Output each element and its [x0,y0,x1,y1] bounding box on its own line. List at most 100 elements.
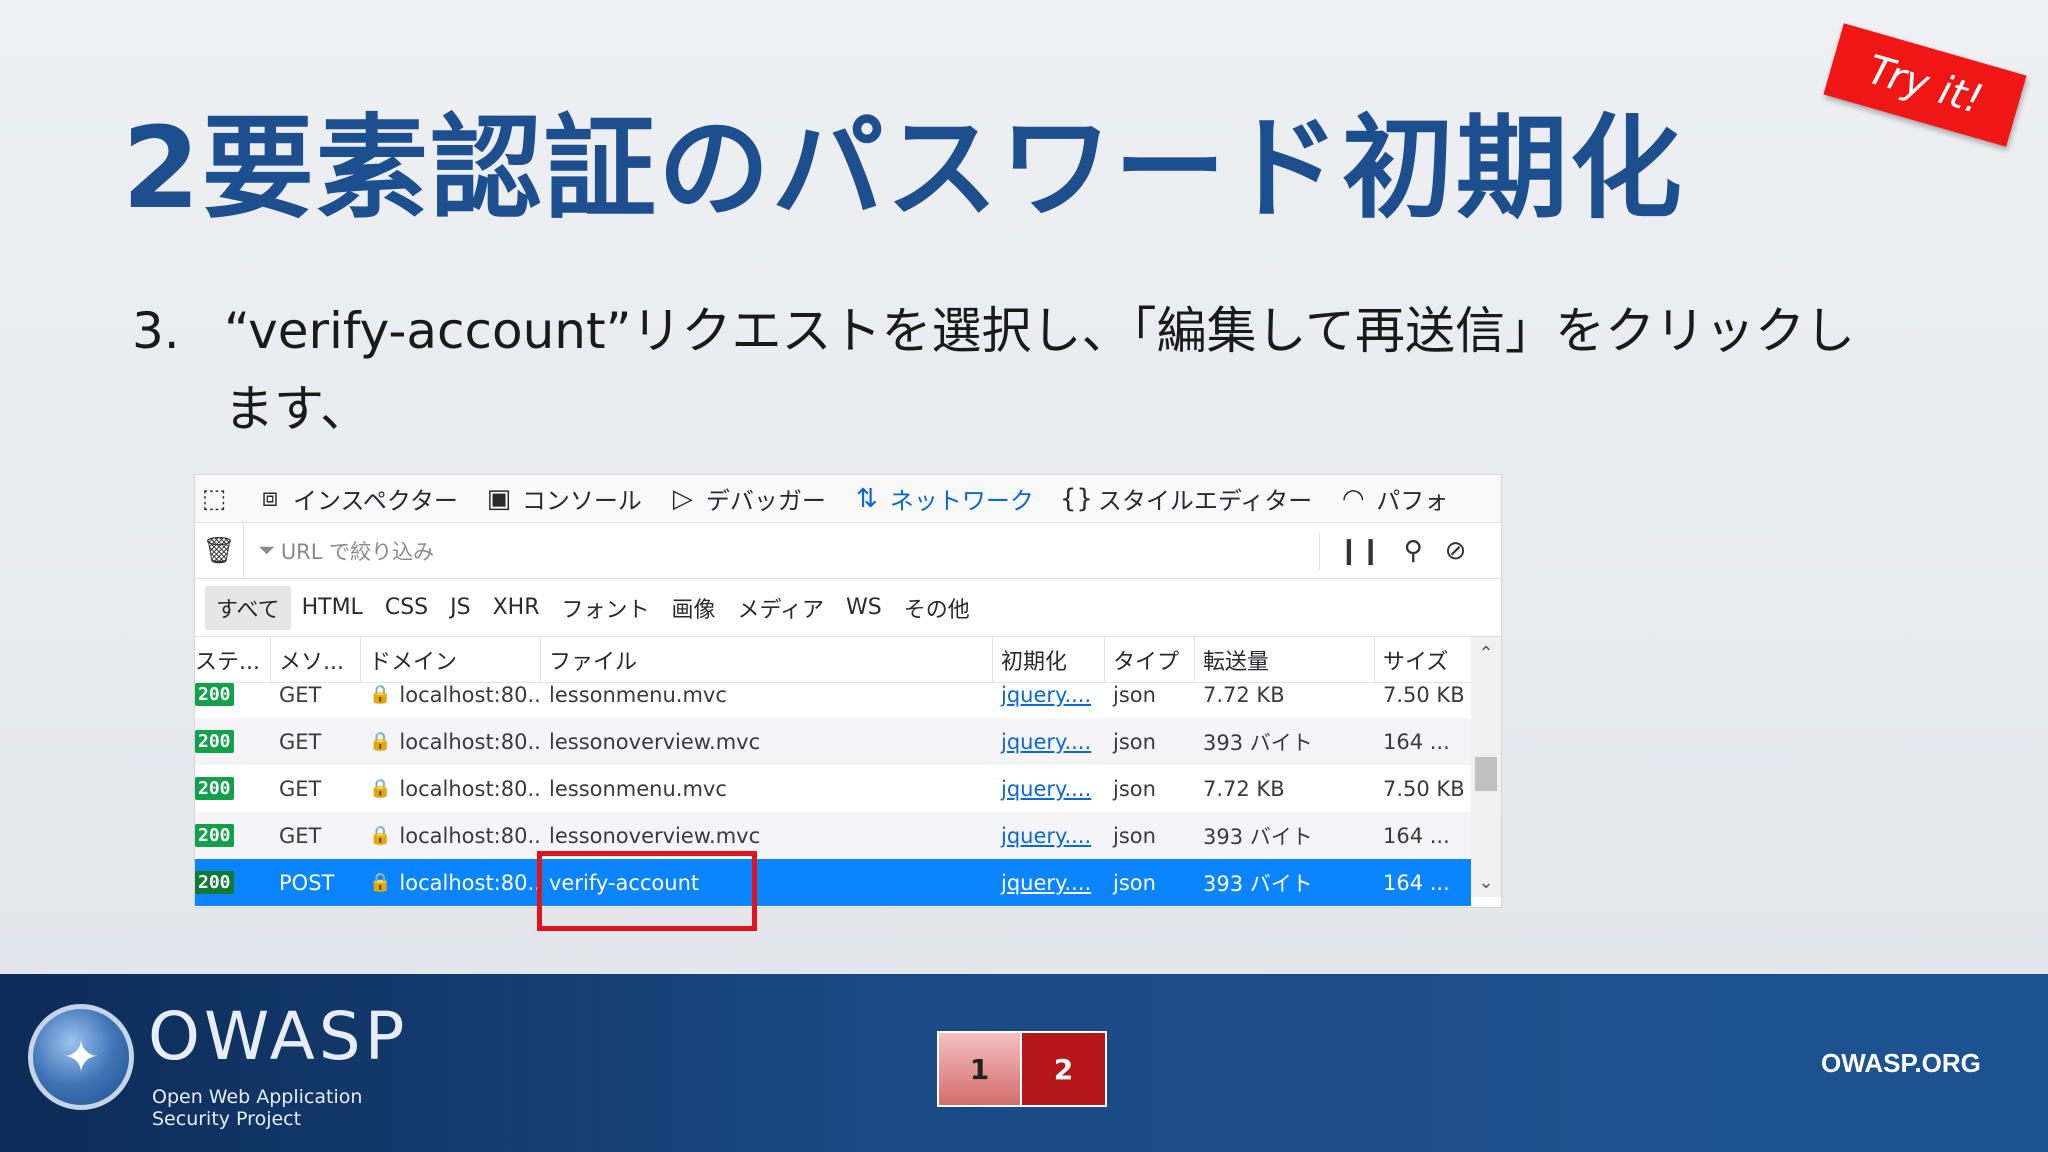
clear-log-button[interactable]: 🗑 [195,536,243,566]
filter-fonts[interactable]: フォント [550,586,660,630]
initiator-cell: jquery.... [993,683,1105,718]
filter-html[interactable]: HTML [291,589,374,626]
filter-images[interactable]: 画像 [661,586,727,630]
col-file[interactable]: ファイル [541,637,993,682]
lock-icon: 🔒 [369,684,392,705]
tab-label: パフォ [1376,487,1449,515]
tab-label: インスペクター [293,487,458,515]
logo-subtitle-line: Open Web Application [152,1086,363,1108]
size-cell: 164 ... [1383,729,1450,754]
request-table: ステ... メソ... ドメイン ファイル 初期化 タイプ 転送量 サイズ 20… [195,637,1501,907]
col-status[interactable]: ステ... [195,637,271,682]
table-row[interactable]: 200 GET 🔒 localhost:80... lessonoverview.… [195,718,1471,765]
lock-icon: 🔒 [369,731,392,752]
logo-subtitle: Open Web Application Security Project [152,1086,362,1130]
network-icon: ⇅ [855,483,878,514]
pause-icon[interactable]: ❙❙ [1338,536,1382,566]
tab-style-editor[interactable]: {} スタイルエディター [1060,481,1312,516]
transferred-cell: 7.72 KB [1203,683,1285,707]
pager: 1 2 [937,1031,1107,1107]
instruction-step: 3. “verify-account”リクエストを選択し、「編集して再送信」をク… [132,292,1892,448]
type-cell: json [1113,683,1156,707]
toolbar-right-tools: ❙❙ ⚲ ⊘ [1319,531,1467,570]
initiator-link[interactable]: jquery.... [1001,871,1091,895]
filter-ws[interactable]: WS [835,589,893,626]
logo-subtitle-line: Security Project [152,1108,302,1130]
initiator-link[interactable]: jquery.... [1001,730,1091,754]
filter-js[interactable]: JS [439,589,481,626]
domain-cell: 🔒 localhost:80... [361,859,541,906]
filter-css[interactable]: CSS [374,589,439,626]
file-cell: lessonmenu.mvc [549,776,727,801]
performance-icon: ◠ [1341,483,1365,514]
page-1-button[interactable]: 1 [937,1031,1022,1107]
chevron-up-icon[interactable]: ⌃ [1471,643,1501,664]
col-initiator[interactable]: 初期化 [993,637,1105,682]
domain-text: localhost:80... [399,683,541,707]
transferred-cell: 393 バイト [1203,871,1313,896]
col-domain[interactable]: ドメイン [361,637,541,682]
col-type[interactable]: タイプ [1105,637,1195,682]
method-cell: GET [279,729,322,754]
domain-cell: 🔒 localhost:80... [361,812,541,859]
url-filter-input[interactable]: ⏷ URL で絞り込み [243,523,1319,578]
search-icon[interactable]: ⚲ [1404,536,1423,566]
col-method[interactable]: メソ... [271,637,361,682]
tab-label: スタイルエディター [1097,487,1313,515]
tab-network[interactable]: ⇅ ネットワーク [852,481,1034,516]
table-row[interactable]: 200 GET 🔒 localhost:80... lessonmenu.mvc … [195,683,1471,718]
tab-picker[interactable]: ⬚ [199,484,229,514]
highlight-annotation [537,851,757,931]
site-link[interactable]: OWASP.ORG [1821,1048,1981,1079]
status-badge: 200 [195,824,234,847]
pick-icon: ⬚ [201,483,227,514]
type-cell: json [1113,823,1156,848]
page-2-button[interactable]: 2 [1022,1031,1107,1107]
table-body: 200 GET 🔒 localhost:80... lessonmenu.mvc … [195,683,1471,907]
file-cell: lessonmenu.mvc [549,683,727,707]
initiator-cell: jquery.... [993,718,1105,765]
size-cell: 7.50 KB [1383,776,1465,801]
tab-console[interactable]: ▣ コンソール [484,481,642,516]
network-toolbar: 🗑 ⏷ URL で絞り込み ❙❙ ⚲ ⊘ [195,523,1501,579]
domain-text: localhost:80... [399,823,541,848]
tab-performance[interactable]: ◠ パフォ [1338,481,1448,516]
table-row-selected[interactable]: 200 POST 🔒 localhost:80... verify-account… [195,859,1471,906]
domain-cell: 🔒 localhost:80... [361,718,541,765]
method-cell: GET [279,683,322,707]
col-transferred[interactable]: 転送量 [1195,637,1375,682]
block-icon[interactable]: ⊘ [1445,536,1467,566]
initiator-link[interactable]: jquery.... [1001,824,1091,848]
inspector-icon: ⧈ [261,483,279,513]
filter-other[interactable]: その他 [893,586,981,630]
initiator-link[interactable]: jquery.... [1001,777,1091,801]
lock-icon: 🔒 [369,778,392,799]
lock-icon: 🔒 [369,825,392,846]
scrollbar-thumb[interactable] [1475,757,1497,791]
method-cell: GET [279,823,322,848]
console-icon: ▣ [486,483,512,514]
trash-icon: 🗑 [202,535,236,566]
try-it-badge: Try it! [1823,23,2027,147]
initiator-link[interactable]: jquery.... [1001,683,1091,707]
transferred-cell: 393 バイト [1203,730,1313,755]
tab-debugger[interactable]: ▷ デバッガー [668,481,826,516]
initiator-cell: jquery.... [993,765,1105,812]
type-cell: json [1113,729,1156,754]
filter-all[interactable]: すべて [205,585,291,630]
type-cell: json [1113,870,1156,895]
domain-cell: 🔒 localhost:80... [361,765,541,812]
type-filter-bar: すべて HTML CSS JS XHR フォント 画像 メディア WS その他 [195,579,1501,637]
table-header: ステ... メソ... ドメイン ファイル 初期化 タイプ 転送量 サイズ [195,637,1501,683]
logo-wordmark: OWASP [148,998,409,1075]
table-row[interactable]: 200 GET 🔒 localhost:80... lessonoverview.… [195,812,1471,859]
table-scrollbar[interactable]: ⌃ ⌄ [1471,637,1501,897]
tab-inspector[interactable]: ⧈ インスペクター [255,481,458,516]
status-badge: 200 [195,871,234,894]
status-badge: 200 [195,777,234,800]
chevron-down-icon[interactable]: ⌄ [1471,872,1501,893]
filter-media[interactable]: メディア [727,586,835,630]
filter-xhr[interactable]: XHR [482,589,551,626]
col-size[interactable]: サイズ [1375,637,1465,682]
table-row[interactable]: 200 GET 🔒 localhost:80... lessonmenu.mvc … [195,765,1471,812]
